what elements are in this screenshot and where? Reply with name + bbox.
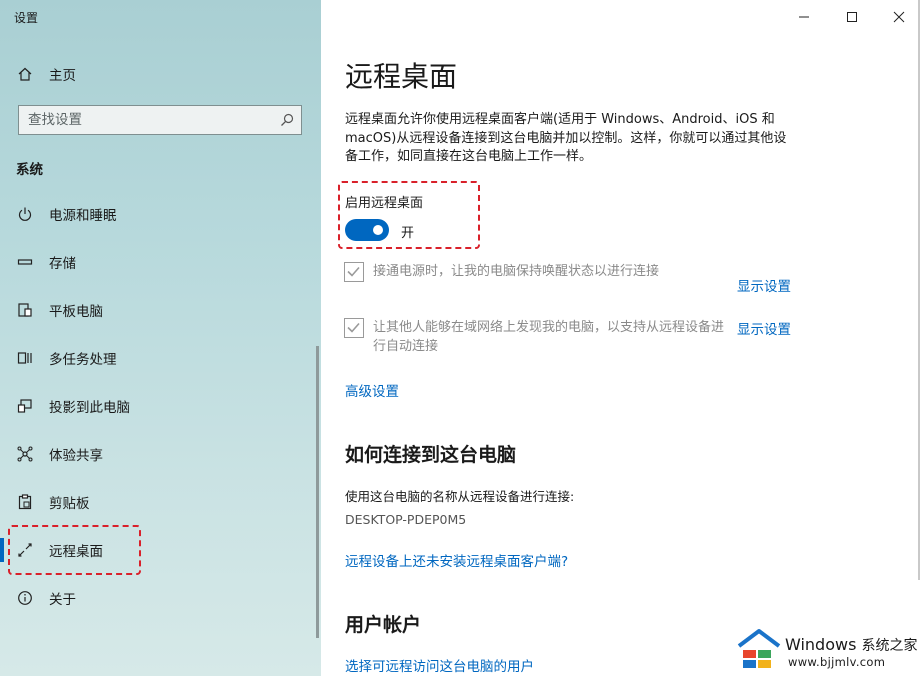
shared-experiences-icon (16, 445, 34, 463)
connect-instruction: 使用这台电脑的名称从远程设备进行连接: (345, 489, 575, 504)
main-content: 远程桌面 远程桌面允许你使用远程桌面客户端(适用于 Windows、Androi… (321, 0, 922, 676)
advanced-settings-link[interactable]: 高级设置 (345, 380, 399, 400)
highlight-box (8, 525, 141, 575)
sidebar-item-project[interactable]: 投影到此电脑 (0, 386, 321, 426)
sidebar-item-label: 主页 (49, 68, 76, 84)
watermark-brand: 系统之家 (861, 638, 918, 654)
checkmark-icon (347, 322, 360, 333)
client-download-link[interactable]: 远程设备上还未安装远程桌面客户端? (345, 550, 568, 570)
sidebar-item-label: 电源和睡眠 (49, 208, 117, 224)
close-icon (893, 11, 905, 23)
multitasking-icon (16, 349, 34, 367)
show-settings-link-2[interactable]: 显示设置 (737, 318, 791, 338)
sidebar-item-label: 体验共享 (49, 448, 103, 464)
sidebar-item-multitasking[interactable]: 多任务处理 (0, 338, 321, 378)
power-icon (16, 205, 34, 223)
search-icon[interactable] (279, 112, 295, 128)
tablet-icon (16, 301, 34, 319)
search-input[interactable] (19, 112, 269, 128)
minimize-button[interactable] (793, 6, 815, 28)
page-title: 远程桌面 (345, 60, 458, 93)
sidebar-item-label: 平板电脑 (49, 304, 103, 320)
sidebar-item-about[interactable]: 关于 (0, 578, 321, 618)
keep-awake-checkbox[interactable] (344, 262, 364, 282)
sidebar-item-label: 关于 (49, 592, 76, 608)
sidebar-item-label: 存储 (49, 256, 76, 272)
network-discovery-checkbox[interactable] (344, 318, 364, 338)
maximize-icon (847, 12, 857, 22)
sidebar-item-label: 剪贴板 (49, 496, 90, 512)
sidebar-item-power-sleep[interactable]: 电源和睡眠 (0, 194, 321, 234)
watermark-word: Windows (785, 635, 857, 654)
home-icon (16, 65, 34, 83)
sidebar-scrollbar[interactable] (316, 346, 319, 638)
sidebar-item-tablet[interactable]: 平板电脑 (0, 290, 321, 330)
window-title: 设置 (14, 11, 39, 25)
close-button[interactable] (888, 6, 910, 28)
checkmark-icon (347, 266, 360, 277)
watermark-url: www.bjjmlv.com (788, 655, 886, 669)
project-icon (16, 397, 34, 415)
select-users-link[interactable]: 选择可远程访问这台电脑的用户 (345, 655, 534, 675)
watermark-logo-icon (737, 629, 781, 668)
sidebar-item-clipboard[interactable]: 剪贴板 (0, 482, 321, 522)
info-icon (16, 589, 34, 607)
sidebar-item-home[interactable]: 主页 (0, 58, 321, 90)
sidebar-item-shared-experiences[interactable]: 体验共享 (0, 434, 321, 474)
watermark-title: Windows 系统之家 (785, 635, 918, 655)
checkbox-label: 让其他人能够在域网络上发现我的电脑，以支持从远程设备进行自动连接 (373, 320, 725, 354)
sidebar: 设置 主页 系统 电源和睡眠 存储 平板电脑 多任务处理 (0, 0, 321, 676)
clipboard-icon (16, 493, 34, 511)
show-settings-link-1[interactable]: 显示设置 (737, 275, 791, 295)
highlight-box (338, 181, 480, 249)
minimize-icon (799, 16, 809, 18)
page-description: 远程桌面允许你使用远程桌面客户端(适用于 Windows、Android、iOS… (345, 112, 787, 164)
pc-name: DESKTOP-PDEP0M5 (345, 512, 467, 527)
checkbox-label: 接通电源时，让我的电脑保持唤醒状态以进行连接 (373, 264, 660, 279)
sidebar-item-label: 投影到此电脑 (49, 400, 130, 416)
sidebar-item-label: 多任务处理 (49, 352, 117, 368)
storage-icon (16, 253, 34, 271)
connect-heading: 如何连接到这台电脑 (345, 444, 517, 466)
watermark: Windows 系统之家 www.bjjmlv.com (735, 624, 920, 674)
maximize-button[interactable] (841, 6, 863, 28)
main-scrollbar[interactable] (918, 0, 920, 580)
section-heading: 系统 (16, 162, 43, 178)
sidebar-item-storage[interactable]: 存储 (0, 242, 321, 282)
accounts-heading: 用户帐户 (345, 614, 422, 636)
search-box[interactable] (18, 105, 302, 135)
